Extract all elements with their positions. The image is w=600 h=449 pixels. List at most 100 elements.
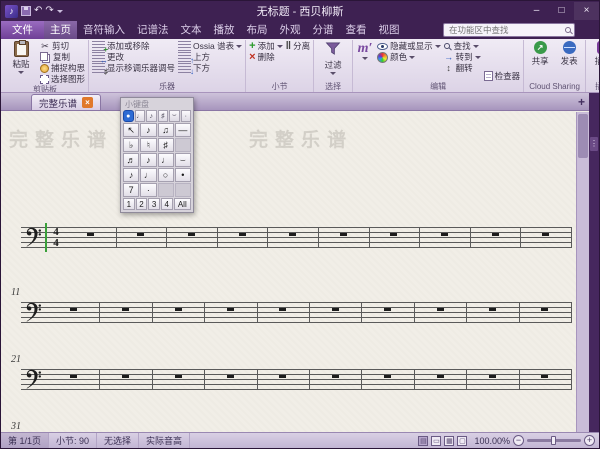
share-button[interactable]: ↗ 共享	[527, 41, 553, 67]
goto-button[interactable]: →转到	[444, 52, 481, 62]
keypad-key-r3c1[interactable]: ♬	[123, 153, 139, 167]
select-graphic-button[interactable]: 选择图形	[40, 74, 85, 84]
keypad-key-r3c2[interactable]: ♪	[140, 153, 156, 167]
add-bar-button[interactable]: +添加	[249, 41, 282, 51]
save-icon[interactable]	[21, 6, 31, 16]
keypad-key-r5c1[interactable]: 7	[123, 183, 139, 197]
whole-bar-rest[interactable]	[332, 375, 339, 378]
delete-bar-button[interactable]: ×删除	[249, 52, 282, 62]
whole-bar-rest[interactable]	[340, 233, 347, 236]
copy-button[interactable]: 复制	[40, 52, 85, 62]
close-button[interactable]: ×	[574, 2, 599, 20]
keypad-voice-1[interactable]: 1	[123, 198, 135, 210]
publish-button[interactable]: 发表	[556, 41, 582, 67]
ossia-below-button[interactable]: ↓下方	[178, 63, 242, 73]
redo-icon[interactable]: ↷	[45, 5, 53, 17]
whole-bar-rest[interactable]	[122, 375, 129, 378]
keypad-key-r4c3[interactable]: ○	[158, 168, 174, 182]
keypad-key-r1c4[interactable]: —	[175, 123, 191, 137]
keypad-voice-4[interactable]: 4	[161, 198, 173, 210]
whole-bar-rest[interactable]	[489, 308, 496, 311]
ribbon-tab-appearance[interactable]: 外观	[274, 21, 307, 39]
whole-bar-rest[interactable]	[541, 375, 548, 378]
plugins-button[interactable]: 插件	[589, 41, 599, 71]
whole-bar-rest[interactable]	[70, 308, 77, 311]
add-remove-instruments-button[interactable]: +添加或移除	[92, 41, 175, 51]
keypad-key-r5c2[interactable]: ·	[140, 183, 156, 197]
keypad-layout-tab-2-icon[interactable]: ♩	[135, 110, 146, 122]
inspector-button[interactable]: 检查器	[484, 71, 521, 81]
whole-bar-rest[interactable]	[390, 233, 397, 236]
keypad-key-r3c4[interactable]: ⌣	[175, 153, 191, 167]
ribbon-tab-text[interactable]: 文本	[175, 21, 208, 39]
change-instrument-button[interactable]: ↔更改	[92, 52, 175, 62]
whole-bar-rest[interactable]	[175, 375, 182, 378]
whole-bar-rest[interactable]	[137, 233, 144, 236]
keypad-key-r2c3[interactable]: ♯	[158, 138, 174, 152]
keypad-key-r4c1[interactable]: ♪	[123, 168, 139, 182]
score-canvas[interactable]: 完整乐谱 完整乐谱 44112131	[1, 110, 589, 432]
view-mode-single-icon[interactable]: ▢	[457, 436, 467, 446]
undo-icon[interactable]: ↶	[34, 5, 42, 17]
whole-bar-rest[interactable]	[437, 308, 444, 311]
keypad-voice-2[interactable]: 2	[136, 198, 148, 210]
keypad-layout-tab-1-icon[interactable]: ●	[123, 110, 134, 122]
ribbon-tab-home[interactable]: 主页	[44, 21, 77, 39]
keypad-voice-3[interactable]: 3	[148, 198, 160, 210]
transposing-score-button[interactable]: ♯显示移调乐器调号	[92, 63, 175, 73]
whole-bar-rest[interactable]	[289, 233, 296, 236]
filter-button[interactable]: 过滤	[317, 41, 349, 75]
ossia-staff-button[interactable]: Ossia 谱表	[178, 41, 242, 51]
vertical-scrollbar[interactable]	[576, 112, 589, 432]
view-mode-pages-icon[interactable]: ▤	[418, 436, 428, 446]
keypad-key-r4c2[interactable]: ♩	[140, 168, 156, 182]
whole-bar-rest[interactable]	[279, 308, 286, 311]
whole-bar-rest[interactable]	[188, 233, 195, 236]
find-button[interactable]: 查找	[444, 41, 481, 51]
view-mode-panorama-icon[interactable]: ▭	[431, 436, 441, 446]
score-system-1[interactable]: 44	[21, 227, 571, 249]
keypad-key-r1c1[interactable]: ↖	[123, 123, 139, 137]
whole-bar-rest[interactable]	[541, 308, 548, 311]
tab-close-icon[interactable]: ×	[82, 97, 93, 108]
keypad-key-r1c2[interactable]: ♪	[140, 123, 156, 137]
keypad-key-r2c2[interactable]: ♮	[140, 138, 156, 152]
keypad-layout-tab-3-icon[interactable]: ♪	[146, 110, 157, 122]
keypad-key-r4c4[interactable]: •	[175, 168, 191, 182]
ribbon-tab-note-input[interactable]: 音符输入	[77, 21, 131, 39]
whole-bar-rest[interactable]	[227, 375, 234, 378]
qat-dropdown-icon[interactable]	[57, 10, 63, 13]
keypad-window[interactable]: 小键盘 ●♩♪♯⌣· ↖♪♫—♭♮♯♬♪♩⌣♪♩○•7· 1234All	[120, 97, 194, 213]
ribbon-tab-review[interactable]: 查看	[340, 21, 373, 39]
keypad-key-r2c1[interactable]: ♭	[123, 138, 139, 152]
keypad-key-r1c3[interactable]: ♫	[158, 123, 174, 137]
search-icon[interactable]	[565, 27, 571, 33]
whole-bar-rest[interactable]	[175, 308, 182, 311]
whole-bar-rest[interactable]	[492, 233, 499, 236]
split-bar-button[interactable]: ‖分离	[286, 41, 311, 51]
keypad-layout-tab-6-icon[interactable]: ·	[181, 110, 192, 122]
keypad-voice-all[interactable]: All	[174, 198, 191, 210]
minimize-button[interactable]: –	[524, 2, 549, 20]
panel-grip-icon[interactable]: ⋮	[590, 137, 598, 151]
whole-bar-rest[interactable]	[239, 233, 246, 236]
ribbon-search-input[interactable]	[447, 24, 565, 36]
color-button[interactable]: 颜色	[377, 52, 441, 62]
keypad-layout-tab-5-icon[interactable]: ⌣	[169, 110, 180, 122]
zoom-in-button[interactable]: +	[584, 435, 595, 446]
app-icon[interactable]: ♪	[5, 5, 18, 18]
document-tab-full-score[interactable]: 完整乐谱 ×	[31, 94, 101, 110]
whole-bar-rest[interactable]	[437, 375, 444, 378]
magnetic-layout-button[interactable]: m′	[356, 41, 374, 60]
ribbon-tab-notations[interactable]: 记谱法	[131, 21, 175, 39]
whole-bar-rest[interactable]	[227, 308, 234, 311]
ribbon-tab-layout[interactable]: 布局	[241, 21, 274, 39]
time-signature[interactable]: 44	[50, 227, 62, 248]
maximize-button[interactable]: □	[549, 2, 574, 20]
flip-button[interactable]: ↕翻转	[444, 63, 481, 73]
keypad-key-r3c3[interactable]: ♩	[158, 153, 174, 167]
whole-bar-rest[interactable]	[384, 308, 391, 311]
capture-idea-button[interactable]: 捕捉构思	[40, 63, 85, 73]
whole-bar-rest[interactable]	[70, 375, 77, 378]
zoom-out-button[interactable]: −	[513, 435, 524, 446]
